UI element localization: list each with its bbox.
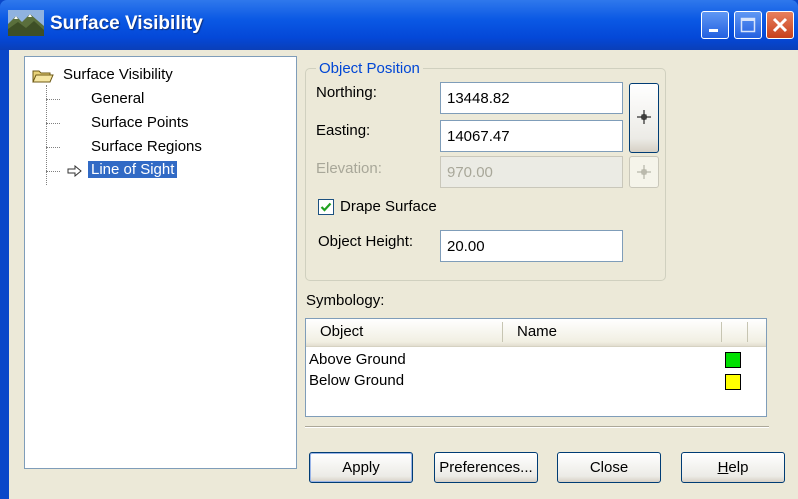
tree-item-surface-regions[interactable]: Surface Regions	[91, 138, 202, 155]
close-window-button[interactable]	[766, 11, 794, 39]
list-item-below-ground[interactable]: Below Ground	[309, 372, 404, 389]
tree-connector	[46, 147, 60, 148]
separator-line	[305, 426, 769, 428]
window-title: Surface Visibility	[50, 13, 203, 34]
minimize-button[interactable]	[701, 11, 729, 39]
symbology-label: Symbology:	[306, 292, 385, 309]
arrow-right-icon	[67, 165, 82, 177]
symbology-list-header: Object Name	[306, 319, 766, 347]
tree-connector	[46, 99, 60, 100]
tree-root-surface-visibility[interactable]: Surface Visibility	[63, 66, 173, 83]
column-divider[interactable]	[747, 322, 748, 342]
easting-field[interactable]: 14067.47	[440, 120, 623, 152]
title-bar[interactable]: Surface Visibility	[0, 0, 798, 50]
help-label-rest: elp	[728, 459, 749, 476]
close-icon	[772, 17, 788, 33]
dialog-client-area: Surface Visibility General Surface Point…	[9, 50, 798, 499]
maximize-button[interactable]	[734, 11, 762, 39]
column-divider[interactable]	[502, 322, 503, 342]
crosshair-icon	[637, 165, 651, 179]
elevation-field[interactable]: 970.00	[440, 156, 623, 188]
northing-field[interactable]: 13448.82	[440, 82, 623, 114]
minimize-icon	[709, 29, 718, 32]
navigation-tree[interactable]: Surface Visibility General Surface Point…	[24, 56, 297, 469]
column-header-object[interactable]: Object	[320, 323, 363, 340]
pick-location-button[interactable]	[629, 83, 659, 153]
tree-item-surface-points[interactable]: Surface Points	[91, 114, 189, 131]
object-height-label: Object Height:	[318, 233, 414, 250]
drape-surface-label: Drape Surface	[340, 198, 437, 215]
tree-item-general[interactable]: General	[91, 90, 144, 107]
preferences-button[interactable]: Preferences...	[434, 452, 538, 483]
above-ground-color-swatch[interactable]	[725, 352, 741, 368]
checkmark-icon	[320, 202, 332, 212]
elevation-label: Elevation:	[316, 160, 382, 177]
column-header-name[interactable]: Name	[517, 323, 557, 340]
surface-app-icon	[8, 10, 44, 36]
apply-button[interactable]: Apply	[309, 452, 413, 483]
object-position-group-label: Object Position	[316, 60, 423, 77]
drape-surface-checkbox[interactable]	[318, 199, 334, 215]
dialog-window: Surface Visibility Surface Visibility Ge…	[0, 0, 798, 499]
column-divider[interactable]	[721, 322, 722, 342]
crosshair-icon	[637, 110, 651, 124]
object-height-field[interactable]: 20.00	[440, 230, 623, 262]
easting-label: Easting:	[316, 122, 371, 139]
close-button[interactable]: Close	[557, 452, 661, 483]
pick-elevation-button[interactable]	[629, 156, 659, 188]
tree-connector	[46, 123, 60, 124]
help-button[interactable]: Help	[681, 452, 785, 483]
folder-open-icon	[32, 70, 54, 83]
symbology-list[interactable]: Object Name Above Ground Below Ground	[305, 318, 767, 417]
tree-connector	[46, 85, 47, 185]
tree-connector	[46, 171, 60, 172]
northing-label: Northing:	[316, 84, 377, 101]
list-item-above-ground[interactable]: Above Ground	[309, 351, 406, 368]
maximize-icon	[740, 17, 756, 33]
below-ground-color-swatch[interactable]	[725, 374, 741, 390]
tree-item-line-of-sight[interactable]: Line of Sight	[88, 161, 178, 178]
help-accelerator: H	[717, 459, 729, 476]
